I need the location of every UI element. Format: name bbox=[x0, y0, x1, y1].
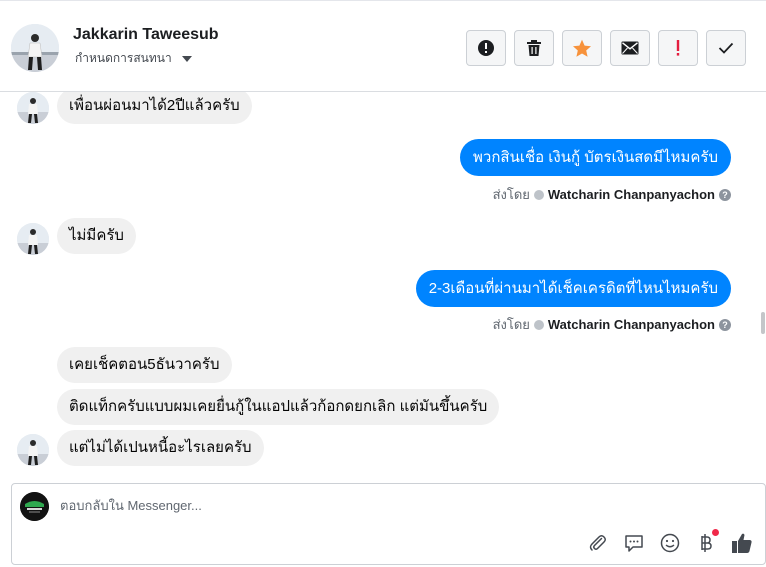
mark-unread-button[interactable] bbox=[610, 30, 650, 66]
payment-button[interactable] bbox=[695, 529, 719, 554]
help-icon[interactable]: ? bbox=[719, 318, 731, 331]
incoming-message[interactable]: เพื่อนผ่อนมาได้2ปีแล้วครับ bbox=[57, 92, 252, 124]
assign-label: กำหนดการสนทนา bbox=[75, 51, 172, 65]
spam-button[interactable] bbox=[466, 30, 506, 66]
sender-avatar bbox=[17, 92, 49, 124]
envelope-icon bbox=[621, 41, 639, 55]
sent-by-line: ส่งโดย Watcharin Chanpanyachon ? bbox=[493, 184, 731, 205]
checkmark-icon bbox=[718, 42, 734, 54]
verified-dot-icon bbox=[533, 319, 544, 330]
sent-by-line: ส่งโดย Watcharin Chanpanyachon ? bbox=[493, 314, 731, 335]
caret-down-icon bbox=[181, 55, 192, 62]
outgoing-message[interactable]: 2-3เดือนที่ผ่านมาได้เช็คเครดิตที่ไหนไหมค… bbox=[415, 270, 731, 307]
star-icon bbox=[573, 39, 591, 57]
baht-icon bbox=[701, 534, 712, 552]
composer-toolbar bbox=[587, 529, 753, 554]
thread-scrollbar[interactable] bbox=[758, 92, 766, 470]
incoming-message[interactable]: เคยเช็คตอน5ธันวาครับ bbox=[57, 347, 232, 383]
emoji-button[interactable] bbox=[659, 532, 681, 554]
reply-composer bbox=[11, 483, 766, 565]
sender-name[interactable]: Watcharin Chanpanyachon bbox=[548, 317, 715, 332]
assign-conversation-dropdown[interactable]: กำหนดการสนทนา bbox=[75, 49, 192, 68]
star-button[interactable] bbox=[562, 30, 602, 66]
conversation-toolbar bbox=[466, 30, 746, 66]
smiley-icon bbox=[660, 533, 680, 553]
incoming-message[interactable]: ติดแท็กครับแบบผมเคยยื่นกู้ในแอปแล้วก้อกด… bbox=[57, 389, 500, 425]
delete-button[interactable] bbox=[514, 30, 554, 66]
contact-avatar[interactable] bbox=[11, 24, 59, 72]
reply-input[interactable] bbox=[60, 498, 560, 513]
sender-name[interactable]: Watcharin Chanpanyachon bbox=[548, 187, 715, 202]
help-icon[interactable]: ? bbox=[719, 188, 731, 201]
scrollbar-thumb[interactable] bbox=[761, 312, 765, 334]
exclamation-icon bbox=[676, 40, 680, 56]
sent-by-label: ส่งโดย bbox=[492, 317, 530, 332]
alert-circle-icon bbox=[478, 40, 494, 56]
attach-button[interactable] bbox=[587, 532, 609, 554]
conversation-header: Jakkarin Taweesub กำหนดการสนทนา bbox=[0, 0, 766, 92]
incoming-message[interactable]: แต่ไม่ได้เปนหนี้อะไรเลยครับ bbox=[57, 430, 264, 466]
verified-dot-icon bbox=[533, 189, 544, 200]
like-button[interactable] bbox=[731, 532, 753, 554]
contact-name[interactable]: Jakkarin Taweesub bbox=[73, 26, 219, 44]
follow-up-button[interactable] bbox=[658, 30, 698, 66]
notification-dot bbox=[712, 529, 719, 536]
message-thread[interactable]: เพื่อนผ่อนมาได้2ปีแล้วครับ พวกสินเชื่อ เ… bbox=[0, 92, 766, 470]
outgoing-message[interactable]: พวกสินเชื่อ เงินกู้ บัตรเงินสดมีไหมครับ bbox=[460, 139, 731, 176]
page-avatar bbox=[20, 492, 49, 521]
thumbs-up-icon bbox=[732, 533, 752, 553]
speech-bubble-icon bbox=[625, 535, 643, 552]
saved-replies-button[interactable] bbox=[623, 532, 645, 554]
sender-avatar bbox=[17, 223, 49, 255]
paperclip-icon bbox=[589, 535, 606, 551]
trash-icon bbox=[527, 40, 541, 56]
incoming-message[interactable]: ไม่มีครับ bbox=[57, 218, 136, 254]
mark-done-button[interactable] bbox=[706, 30, 746, 66]
sent-by-label: ส่งโดย bbox=[492, 187, 530, 202]
sender-avatar bbox=[17, 434, 49, 466]
